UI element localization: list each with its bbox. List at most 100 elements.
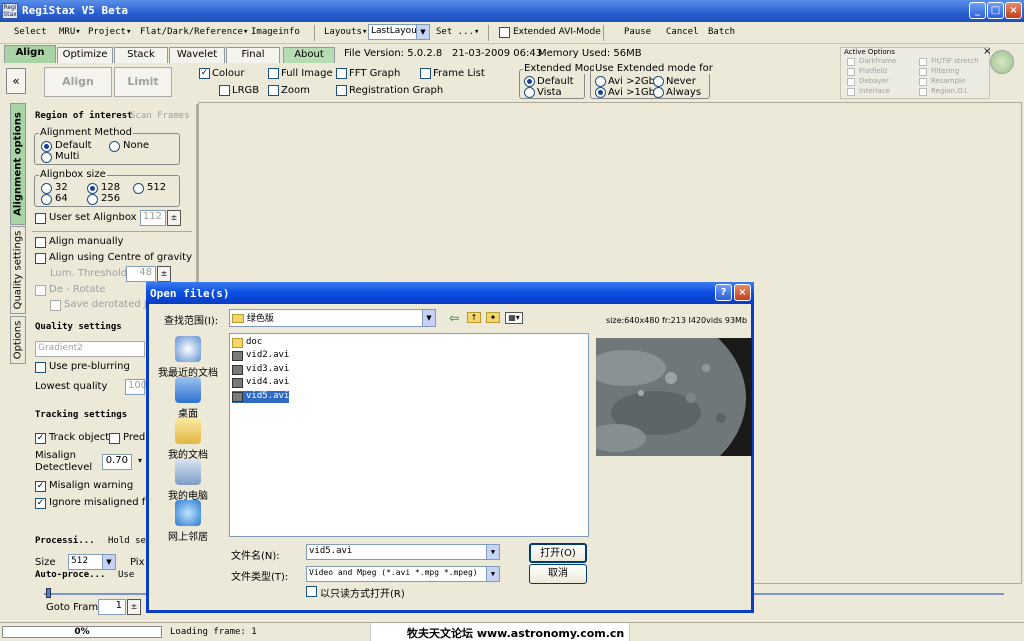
interlace-checkbox[interactable]	[847, 88, 855, 96]
alignbox-128-radio[interactable]	[87, 183, 98, 194]
avi-1gb-radio[interactable]	[595, 87, 606, 98]
slider-thumb[interactable]	[46, 588, 51, 598]
tab-stack[interactable]: Stack	[114, 47, 168, 63]
resample-checkbox[interactable]	[919, 78, 927, 86]
list-item[interactable]: vid5.avi	[232, 391, 290, 403]
list-item[interactable]: vid2.avi	[232, 350, 289, 362]
menu-select[interactable]: Select	[14, 27, 47, 37]
tab-wavelet[interactable]: Wavelet	[169, 47, 225, 63]
darkframe-checkbox[interactable]	[847, 58, 855, 66]
never-radio[interactable]	[653, 76, 664, 87]
method-multi-radio[interactable]	[41, 152, 52, 163]
zoom-checkbox[interactable]	[268, 85, 279, 96]
track-object-checkbox[interactable]: ✓	[35, 433, 46, 444]
up-folder-icon[interactable]: ↑	[467, 312, 481, 323]
debayer-checkbox[interactable]	[847, 78, 855, 86]
derotate-checkbox[interactable]	[35, 285, 46, 296]
fft-graph-checkbox[interactable]	[336, 68, 347, 79]
ignore-misaligned-checkbox[interactable]: ✓	[35, 498, 46, 509]
menu-imageinfo[interactable]: Imageinfo	[251, 27, 300, 37]
cancel-button[interactable]: Cancel	[666, 27, 699, 37]
list-item[interactable]: vid4.avi	[232, 377, 289, 389]
place-my-documents[interactable]: 我的文档	[155, 418, 221, 461]
limit-button[interactable]: Limit	[114, 67, 172, 97]
close-icon[interactable]: ×	[983, 46, 991, 57]
app-icon[interactable]: Regi Stax	[2, 3, 18, 19]
collapse-button[interactable]: «	[6, 68, 26, 94]
place-network[interactable]: 网上邻居	[155, 500, 221, 543]
align-button[interactable]: Align	[44, 67, 112, 97]
readonly-checkbox[interactable]	[306, 586, 317, 597]
stepper-icon[interactable]: ±	[127, 599, 141, 615]
stepper-icon[interactable]: ±	[167, 210, 181, 226]
align-manually-checkbox[interactable]	[35, 237, 46, 248]
tab-align[interactable]: Align	[4, 45, 56, 63]
extended-avi-checkbox[interactable]	[499, 27, 510, 38]
scan-frames-button[interactable]: Scan Frames	[130, 111, 190, 121]
file-list[interactable]: doc vid2.avi vid3.avi vid4.avi vid5.avi	[229, 333, 589, 537]
look-in-combo[interactable]: 绿色版 ▼	[229, 309, 436, 327]
list-item[interactable]: doc	[232, 337, 262, 349]
quality-method-combo[interactable]: Gradient2	[35, 341, 145, 357]
predict-checkbox[interactable]	[109, 433, 120, 444]
close-button[interactable]: ×	[1005, 2, 1022, 19]
menu-flat-dark-reference[interactable]: Flat/Dark/Reference▾	[140, 27, 248, 37]
place-recent[interactable]: 我最近的文档	[155, 336, 221, 379]
new-folder-icon[interactable]: ✦	[486, 312, 500, 323]
alignbox-512-radio[interactable]	[133, 183, 144, 194]
alignbox-64-radio[interactable]	[41, 194, 52, 205]
stepper-icon[interactable]: ±	[157, 266, 171, 282]
user-alignbox-input[interactable]: 112	[140, 210, 166, 226]
tab-about[interactable]: About	[283, 47, 335, 63]
place-desktop[interactable]: 桌面	[155, 377, 221, 420]
tab-final[interactable]: Final	[226, 47, 280, 63]
menu-set[interactable]: Set ...▾	[436, 27, 479, 37]
maximize-button[interactable]: □	[987, 2, 1004, 19]
open-button[interactable]: 打开(O)	[529, 543, 587, 563]
save-derotated-checkbox[interactable]	[50, 300, 61, 311]
tab-optimize[interactable]: Optimize	[57, 47, 113, 63]
tab-options[interactable]: Options	[10, 316, 26, 364]
back-icon[interactable]: ⇦	[449, 311, 459, 325]
minimize-button[interactable]: _	[969, 2, 986, 19]
alignbox-256-radio[interactable]	[87, 194, 98, 205]
flatfield-checkbox[interactable]	[847, 68, 855, 76]
extended-default-radio[interactable]	[524, 76, 535, 87]
method-none-radio[interactable]	[109, 141, 120, 152]
always-radio[interactable]	[653, 87, 664, 98]
align-cog-checkbox[interactable]	[35, 253, 46, 264]
chevron-down-icon[interactable]: ▼	[102, 555, 115, 569]
roi-checkbox[interactable]	[919, 88, 927, 96]
lrgb-checkbox[interactable]	[219, 85, 230, 96]
alignbox-32-radio[interactable]	[41, 183, 52, 194]
tab-alignment-options[interactable]: Alignment options	[10, 103, 26, 225]
tab-quality-settings[interactable]: Quality settings	[10, 226, 26, 314]
file-type-combo[interactable]: Video and Mpeg (*.avi *.mpg *.mpeg) ▼	[306, 566, 500, 582]
menu-project[interactable]: Project▾	[88, 27, 131, 37]
pause-button[interactable]: Pause	[624, 27, 651, 37]
list-item[interactable]: vid3.avi	[232, 364, 289, 376]
lowest-quality-input[interactable]: 100	[125, 379, 147, 395]
dialog-close-button[interactable]: ×	[734, 284, 751, 301]
menu-layouts[interactable]: Layouts▾	[324, 27, 367, 37]
help-button[interactable]: ?	[715, 284, 732, 301]
goto-frame-input[interactable]: 1	[98, 599, 126, 615]
chevron-down-icon[interactable]: ▾	[133, 454, 147, 470]
globe-icon[interactable]	[990, 50, 1014, 74]
chevron-down-icon[interactable]: ▼	[486, 545, 499, 559]
lum-threshold-input[interactable]: 48	[126, 266, 156, 282]
misalign-detectlevel-input[interactable]: 0.70	[102, 454, 132, 470]
full-image-checkbox[interactable]	[268, 68, 279, 79]
misalign-warning-checkbox[interactable]: ✓	[35, 481, 46, 492]
chevron-down-icon[interactable]: ▼	[416, 25, 429, 39]
registration-graph-checkbox[interactable]	[336, 85, 347, 96]
fit-tif-checkbox[interactable]	[919, 58, 927, 66]
pre-blurring-checkbox[interactable]	[35, 362, 46, 373]
extended-vista-radio[interactable]	[524, 87, 535, 98]
chevron-down-icon[interactable]: ▼	[486, 567, 499, 581]
method-default-radio[interactable]	[41, 141, 52, 152]
view-menu-icon[interactable]: ▦▾	[505, 312, 523, 324]
menu-mru[interactable]: MRU▾	[59, 27, 81, 37]
layout-combo[interactable]: LastLayout ▼	[368, 24, 430, 40]
size-combo[interactable]: 512 ▼	[68, 554, 116, 570]
